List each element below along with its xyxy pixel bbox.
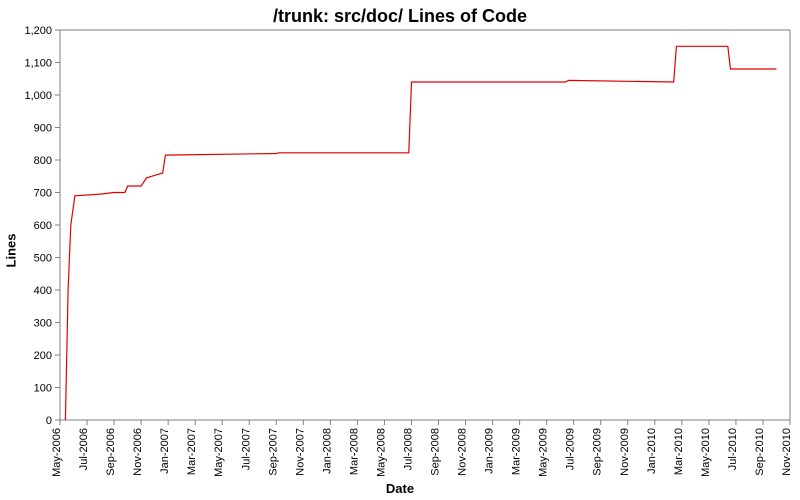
chart-container: /trunk: src/doc/ Lines of Code Lines Dat… [0, 0, 800, 500]
x-tick-label: Nov-2007 [294, 428, 306, 476]
x-tick-label: Jan-2007 [159, 428, 171, 474]
y-tick-label: 1,100 [24, 58, 52, 70]
x-tick-label: Jul-2008 [402, 428, 414, 470]
y-tick-label: 200 [34, 350, 52, 362]
x-tick-label: Jan-2010 [646, 428, 658, 474]
x-tick-label: Mar-2007 [186, 428, 198, 475]
x-tick-label: Jan-2009 [484, 428, 496, 474]
y-tick-label: 300 [34, 318, 52, 330]
x-tick-label: May-2006 [51, 428, 63, 477]
x-tick-label: Nov-2008 [457, 428, 469, 476]
y-tick-label: 1,000 [24, 90, 52, 102]
x-tick-label: Sep-2006 [105, 428, 117, 476]
x-tick-label: May-2008 [375, 428, 387, 477]
chart-svg: 0 100 200 300 400 500 600 700 800 900 1,000 1,100 1,… [0, 0, 800, 500]
x-tick-label: Jul-2006 [78, 428, 90, 470]
x-tick-label: Mar-2009 [511, 428, 523, 475]
x-tick-label: Nov-2009 [619, 428, 631, 476]
x-tick-label: Jul-2010 [727, 428, 739, 470]
x-tick-label: May-2009 [538, 428, 550, 477]
y-tick-label: 0 [46, 415, 52, 427]
y-tick-label: 500 [34, 253, 52, 265]
x-tick-label: Nov-2010 [781, 428, 793, 476]
y-tick-label: 400 [34, 285, 52, 297]
data-series-line [65, 46, 776, 420]
x-tick-label: Mar-2008 [348, 428, 360, 475]
x-tick-label: Sep-2007 [267, 428, 279, 476]
y-tick-label: 600 [34, 220, 52, 232]
x-tick-label: Jan-2008 [321, 428, 333, 474]
x-tick-label: Sep-2009 [592, 428, 604, 476]
y-tick-label: 100 [34, 383, 52, 395]
x-tick-label: Jul-2009 [565, 428, 577, 470]
x-tick-label: Mar-2010 [673, 428, 685, 475]
x-tick-label: Sep-2010 [754, 428, 766, 476]
y-tick-label: 900 [34, 123, 52, 135]
x-tick-label: Nov-2006 [132, 428, 144, 476]
x-tick-label: Sep-2008 [430, 428, 442, 476]
x-tick-label: May-2010 [700, 428, 712, 477]
y-tick-label: 800 [34, 155, 52, 167]
y-tick-label: 1,200 [24, 25, 52, 37]
x-tick-label: Jul-2007 [240, 428, 252, 470]
x-tick-label: May-2007 [213, 428, 225, 477]
y-tick-label: 700 [34, 188, 52, 200]
